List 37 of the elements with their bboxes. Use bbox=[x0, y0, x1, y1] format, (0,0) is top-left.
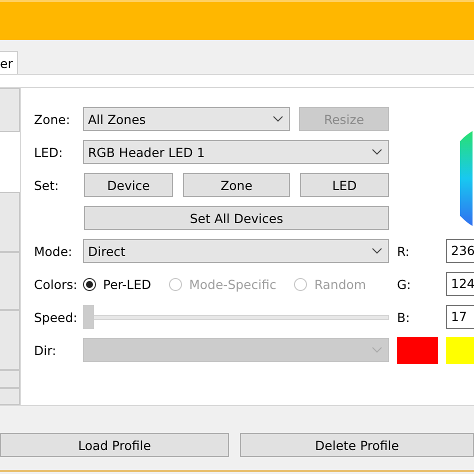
field-label: LED: bbox=[34, 144, 64, 160]
list-button[interactable] bbox=[0, 388, 20, 405]
set-all-devices-button[interactable]: Set All Devices bbox=[84, 206, 389, 230]
list-button[interactable] bbox=[0, 370, 20, 388]
field-label: Colors: bbox=[34, 276, 78, 292]
caret-icon bbox=[372, 248, 382, 254]
input-field[interactable]: 17 bbox=[446, 305, 474, 329]
set-button[interactable]: Device bbox=[84, 173, 173, 197]
caret-icon bbox=[372, 347, 382, 353]
dropdown[interactable]: RGB Header LED 1 bbox=[83, 140, 389, 164]
field-label: Mode: bbox=[34, 244, 74, 258]
list-button[interactable] bbox=[0, 310, 20, 370]
color-swatch[interactable] bbox=[397, 336, 438, 364]
field-label: B: bbox=[397, 310, 411, 324]
list-button[interactable] bbox=[0, 252, 20, 310]
set-button[interactable]: LED bbox=[300, 173, 389, 197]
field-label: Speed: bbox=[34, 310, 78, 324]
dropdown[interactable]: Direct bbox=[83, 239, 389, 263]
color-wheel[interactable] bbox=[460, 131, 474, 226]
profile-button[interactable]: Load Profile bbox=[0, 433, 229, 457]
speed-slider[interactable] bbox=[83, 305, 389, 329]
list-button[interactable] bbox=[0, 88, 20, 132]
caret-icon bbox=[273, 116, 283, 122]
caret-icon bbox=[372, 149, 382, 155]
input-field[interactable]: 124 bbox=[446, 272, 474, 296]
profile-button[interactable]: Delete Profile bbox=[240, 433, 474, 457]
input-field[interactable]: 236 bbox=[446, 239, 474, 263]
field-label: G: bbox=[397, 276, 412, 292]
field-label: R: bbox=[397, 244, 411, 258]
field-label: Zone: bbox=[34, 112, 72, 126]
list-button[interactable] bbox=[0, 192, 20, 252]
field-label: Set: bbox=[34, 178, 60, 192]
dropdown[interactable]: All Zones bbox=[83, 107, 290, 131]
field-label: Dir: bbox=[34, 342, 58, 358]
tab[interactable]: er bbox=[0, 51, 18, 74]
radio-button[interactable]: Per-LED bbox=[83, 276, 152, 292]
set-button[interactable]: Zone bbox=[183, 173, 290, 197]
